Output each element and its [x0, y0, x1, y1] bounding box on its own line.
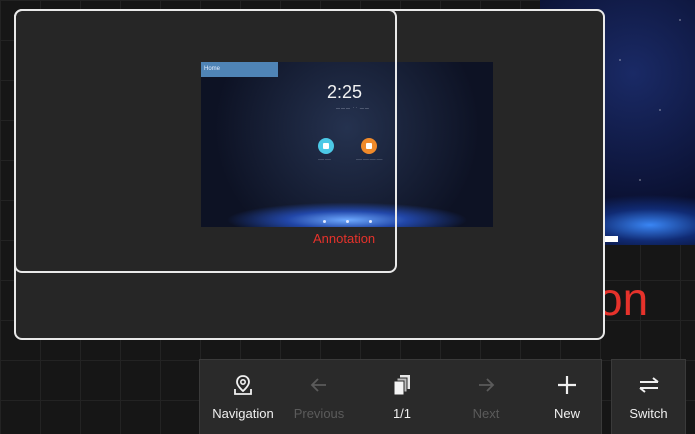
page-indicator: 1/1	[392, 406, 412, 421]
page-list-button[interactable]: 1/1	[372, 360, 432, 434]
bottom-toolbar: Navigation Previous 1/1 Next New	[199, 359, 602, 434]
map-pin-icon	[232, 372, 254, 398]
next-button[interactable]: Next	[455, 360, 517, 434]
arrow-right-icon	[476, 372, 496, 398]
arrow-left-icon	[309, 372, 329, 398]
previous-button[interactable]: Previous	[284, 360, 354, 434]
new-label: New	[553, 406, 580, 421]
switch-button-container: Switch	[611, 359, 686, 434]
pages-icon	[391, 372, 413, 398]
navigation-label: Navigation	[212, 406, 274, 421]
plus-icon	[556, 372, 578, 398]
switch-button[interactable]: Switch	[612, 360, 685, 434]
switch-label: Switch	[629, 406, 668, 421]
previous-label: Previous	[293, 406, 345, 421]
navigation-button[interactable]: Navigation	[206, 360, 280, 434]
new-page-button[interactable]: New	[537, 360, 597, 434]
viewport-frame[interactable]	[14, 9, 397, 273]
next-label: Next	[472, 406, 500, 421]
switch-arrows-icon	[637, 372, 661, 398]
